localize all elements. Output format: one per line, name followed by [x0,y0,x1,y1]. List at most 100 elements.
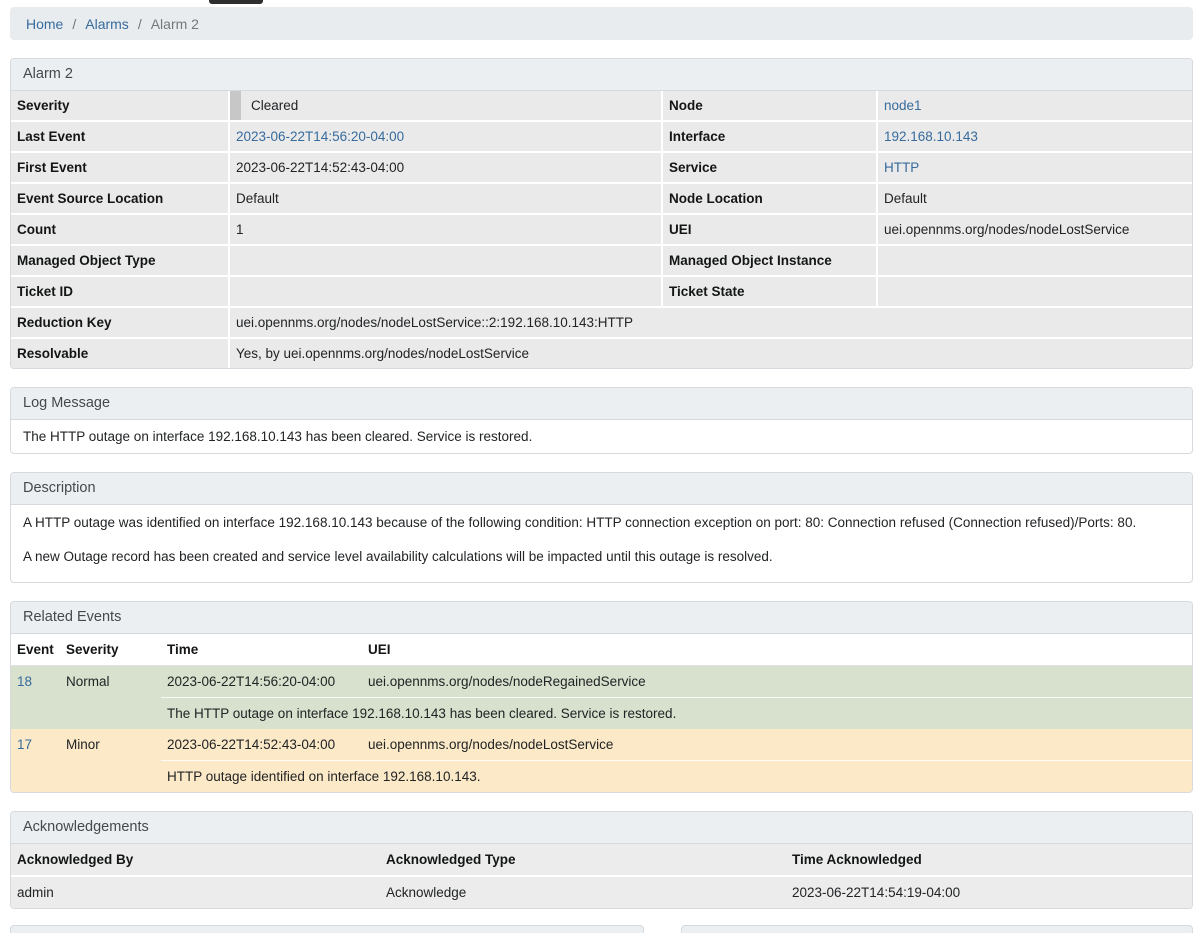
ticket-id-label: Ticket ID [11,275,228,306]
ticket-id-value [228,275,661,306]
event-log-message: The HTTP outage on interface 192.168.10.… [161,697,1192,729]
bottom-right-card-cutoff [681,925,1193,933]
table-row: Ticket ID Ticket State [11,275,1192,306]
log-message-card: Log Message The HTTP outage on interface… [10,387,1193,454]
table-row: Reduction Key uei.opennms.org/nodes/node… [11,306,1192,337]
service-value-cell: HTTP [876,151,1192,182]
event-18-link[interactable]: 18 [17,674,32,689]
last-event-link[interactable]: 2023-06-22T14:56:20-04:00 [236,129,404,144]
table-row: HTTP outage identified on interface 192.… [11,760,1192,792]
event-source-location-value: Default [228,182,661,213]
table-row: Resolvable Yes, by uei.opennms.org/nodes… [11,337,1192,368]
table-header-row: Event Severity Time UEI [11,634,1192,666]
acknowledged-by-column-header: Acknowledged By [11,844,380,875]
event-severity: Normal [60,666,161,697]
resolvable-label: Resolvable [11,337,228,368]
related-events-card-title: Related Events [11,602,1192,634]
empty-cell [60,697,161,729]
table-row: Event Source Location Default Node Locat… [11,182,1192,213]
empty-cell [60,760,161,792]
table-header-row: Acknowledged By Acknowledged Type Time A… [11,844,1192,875]
severity-value-cell: Cleared [228,91,661,120]
count-label: Count [11,213,228,244]
description-body: A HTTP outage was identified on interfac… [11,505,1192,582]
event-17-link[interactable]: 17 [17,737,32,752]
alarm-detail-table: Severity Cleared Node node1 Last Event 2… [11,91,1192,368]
alarm-detail-card-title: Alarm 2 [11,59,1192,91]
table-row: 17 Minor 2023-06-22T14:52:43-04:00 uei.o… [11,729,1192,760]
resolvable-value: Yes, by uei.opennms.org/nodes/nodeLostSe… [228,337,1192,368]
event-time: 2023-06-22T14:56:20-04:00 [161,666,362,697]
table-row: 18 Normal 2023-06-22T14:56:20-04:00 uei.… [11,666,1192,697]
reduction-key-value: uei.opennms.org/nodes/nodeLostService::2… [228,306,1192,337]
uei-label: UEI [661,213,876,244]
breadcrumb-home-link[interactable]: Home [26,16,63,32]
managed-object-type-value [228,244,661,275]
empty-cell [11,697,60,729]
description-card: Description A HTTP outage was identified… [10,472,1193,583]
bottom-left-card-cutoff [10,925,644,933]
event-time: 2023-06-22T14:52:43-04:00 [161,729,362,760]
event-log-message: HTTP outage identified on interface 192.… [161,760,1192,792]
severity-indicator-bar [230,91,241,120]
reduction-key-label: Reduction Key [11,306,228,337]
bottom-cards-row [10,925,1193,933]
event-id-cell: 18 [11,666,60,697]
node-value-cell: node1 [876,91,1192,120]
breadcrumb-separator: / [138,16,142,32]
breadcrumb: Home / Alarms / Alarm 2 [10,7,1193,40]
related-events-table: Event Severity Time UEI 18 Normal 2023-0… [11,634,1192,792]
acknowledged-type-column-header: Acknowledged Type [380,844,786,875]
table-row: Managed Object Type Managed Object Insta… [11,244,1192,275]
node-location-label: Node Location [661,182,876,213]
managed-object-instance-value [876,244,1192,275]
acknowledged-by-value: admin [11,875,380,908]
last-event-label: Last Event [11,120,228,151]
description-card-title: Description [11,473,1192,505]
empty-cell [11,760,60,792]
event-uei: uei.opennms.org/nodes/nodeRegainedServic… [362,666,1192,697]
alarm-detail-page: Home / Alarms / Alarm 2 Alarm 2 Severity… [0,0,1203,943]
node-label: Node [661,91,876,120]
table-row: Count 1 UEI uei.opennms.org/nodes/nodeLo… [11,213,1192,244]
uei-column-header: UEI [362,634,1192,666]
table-row: admin Acknowledge 2023-06-22T14:54:19-04… [11,875,1192,908]
managed-object-type-label: Managed Object Type [11,244,228,275]
breadcrumb-current: Alarm 2 [151,16,199,32]
severity-label: Severity [11,91,228,120]
acknowledgements-table: Acknowledged By Acknowledged Type Time A… [11,844,1192,908]
first-event-label: First Event [11,151,228,182]
first-event-value: 2023-06-22T14:52:43-04:00 [228,151,661,182]
related-events-card: Related Events Event Severity Time UEI 1… [10,601,1193,793]
service-label: Service [661,151,876,182]
interface-label: Interface [661,120,876,151]
log-message-card-title: Log Message [11,388,1192,420]
managed-object-instance-label: Managed Object Instance [661,244,876,275]
event-uei: uei.opennms.org/nodes/nodeLostService [362,729,1192,760]
ticket-state-value [876,275,1192,306]
ticket-state-label: Ticket State [661,275,876,306]
description-paragraph: A HTTP outage was identified on interfac… [23,514,1180,531]
time-column-header: Time [161,634,362,666]
table-row: Last Event 2023-06-22T14:56:20-04:00 Int… [11,120,1192,151]
event-severity: Minor [60,729,161,760]
description-paragraph: A new Outage record has been created and… [23,548,1180,565]
breadcrumb-separator: / [72,16,76,32]
interface-link[interactable]: 192.168.10.143 [884,129,978,144]
severity-column-header: Severity [60,634,161,666]
count-value: 1 [228,213,661,244]
event-source-location-label: Event Source Location [11,182,228,213]
acknowledgements-card-title: Acknowledgements [11,812,1192,844]
table-row: Severity Cleared Node node1 [11,91,1192,120]
alarm-detail-card: Alarm 2 Severity Cleared Node node1 Last [10,58,1193,369]
interface-value-cell: 192.168.10.143 [876,120,1192,151]
breadcrumb-alarms-link[interactable]: Alarms [85,16,129,32]
event-id-cell: 17 [11,729,60,760]
service-link[interactable]: HTTP [884,160,919,175]
acknowledgements-card: Acknowledgements Acknowledged By Acknowl… [10,811,1193,909]
node-link[interactable]: node1 [884,98,922,113]
uei-value: uei.opennms.org/nodes/nodeLostService [876,213,1192,244]
event-column-header: Event [11,634,60,666]
log-message-text: The HTTP outage on interface 192.168.10.… [11,420,1192,453]
node-location-value: Default [876,182,1192,213]
